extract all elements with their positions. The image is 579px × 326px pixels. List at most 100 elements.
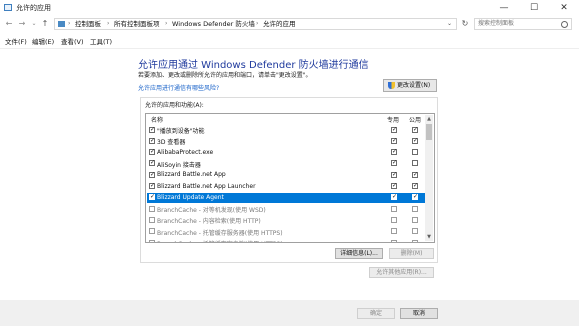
public-checkbox[interactable] <box>412 216 418 223</box>
list-item[interactable]: Blizzard Battle.net App Launcher <box>147 182 425 192</box>
change-settings-button[interactable]: 更改设置(N) <box>383 79 437 92</box>
app-name: BranchCache - 托管缓存服务器(使用 HTTPS) <box>157 229 283 237</box>
public-checkbox[interactable] <box>412 183 418 189</box>
search-input[interactable]: 搜索控制面板 <box>474 18 572 30</box>
ok-button[interactable]: 确定 <box>357 308 395 319</box>
list-item[interactable]: Blizzard Battle.net App <box>147 170 425 180</box>
page-description: 若要添加、更改或删除所允许的应用和端口，请单击"更改设置"。 <box>138 72 312 79</box>
public-checkbox[interactable] <box>412 171 418 178</box>
private-checkbox[interactable] <box>391 126 397 133</box>
enable-checkbox[interactable] <box>149 126 155 133</box>
public-checkbox[interactable] <box>412 194 418 201</box>
private-checkbox[interactable] <box>391 228 397 235</box>
enable-checkbox[interactable] <box>149 160 155 167</box>
list-item[interactable]: Blizzard Update Agent <box>147 192 425 203</box>
app-name: Blizzard Update Agent <box>157 193 224 201</box>
change-settings-label: 更改设置(N) <box>397 82 431 89</box>
address-bar[interactable]: › 控制面板 › 所有控制面板项 › Windows Defender 防火墙 … <box>54 18 457 30</box>
allowed-apps-list[interactable]: 名称 专用 公用 "播放到设备"功能 3D 查看器AlibabaProtect.e… <box>145 113 435 243</box>
control-panel-icon <box>58 21 65 27</box>
allow-other-app-button[interactable]: 允许其他应用(R)... <box>369 267 434 278</box>
enable-checkbox[interactable] <box>149 205 155 212</box>
scroll-thumb[interactable] <box>426 124 432 140</box>
allowed-apps-label: 允许的应用和功能(A): <box>145 102 204 109</box>
page-title: 允许应用通过 Windows Defender 防火墙进行通信 <box>138 60 369 71</box>
public-checkbox[interactable] <box>412 205 418 212</box>
list-item[interactable]: 3D 查看器 <box>147 136 425 146</box>
list-item[interactable]: "播放到设备"功能 <box>147 125 425 135</box>
address-dropdown-icon[interactable]: ⌄ <box>447 19 452 29</box>
forward-arrow-icon[interactable]: → <box>17 17 27 31</box>
public-checkbox[interactable] <box>412 239 418 242</box>
dialog-footer: 确定 取消 <box>0 300 579 326</box>
risk-info-link[interactable]: 允许应用进行通信有哪些风险? <box>138 83 219 92</box>
list-item[interactable]: AliSoyin 接击器 <box>147 159 425 169</box>
list-scrollbar[interactable]: ▲ ▼ <box>425 115 433 241</box>
menu-file[interactable]: 文件(F) <box>5 36 27 46</box>
menu-view[interactable]: 查看(V) <box>61 36 84 46</box>
enable-checkbox[interactable] <box>149 216 155 223</box>
menu-tools[interactable]: 工具(T) <box>90 36 112 46</box>
enable-checkbox[interactable] <box>149 239 155 242</box>
public-checkbox[interactable] <box>412 137 418 144</box>
app-name: Blizzard Battle.net App <box>157 171 226 179</box>
minimize-button[interactable]: — <box>489 0 519 16</box>
breadcrumb-separator-icon[interactable]: › <box>68 19 70 29</box>
private-checkbox[interactable] <box>391 149 397 156</box>
app-name: Blizzard Battle.net App Launcher <box>157 182 256 190</box>
maximize-button[interactable]: ☐ <box>519 0 549 16</box>
private-checkbox[interactable] <box>391 171 397 178</box>
private-checkbox[interactable] <box>391 239 397 242</box>
breadcrumb-control-panel[interactable]: 控制面板 <box>75 19 101 29</box>
app-name: AliSoyin 接击器 <box>157 161 201 169</box>
list-item[interactable]: BranchCache - 对等机发现(使用 WSD) <box>147 204 425 214</box>
enable-checkbox[interactable] <box>149 149 155 156</box>
breadcrumb-separator-icon[interactable]: › <box>165 19 167 29</box>
private-checkbox[interactable] <box>391 183 397 189</box>
private-checkbox[interactable] <box>391 137 397 144</box>
list-item[interactable]: BranchCache - 托管缓存服务器(使用 HTTPS) <box>147 227 425 237</box>
enable-checkbox[interactable] <box>149 137 155 144</box>
menu-edit[interactable]: 编辑(E) <box>32 36 54 46</box>
enable-checkbox[interactable] <box>149 228 155 235</box>
breadcrumb-separator-icon[interactable]: › <box>256 19 258 29</box>
list-item[interactable]: BranchCache - 托管缓存客户端(使用 HTTPS) <box>147 238 425 242</box>
public-checkbox[interactable] <box>412 160 418 167</box>
close-button[interactable]: ✕ <box>549 0 579 16</box>
scroll-up-arrow-icon[interactable]: ▲ <box>425 115 433 123</box>
private-checkbox[interactable] <box>391 160 397 167</box>
breadcrumb-all-items[interactable]: 所有控制面板项 <box>114 19 160 29</box>
column-header-name[interactable]: 名称 <box>151 115 163 124</box>
list-header: 名称 专用 公用 <box>146 114 425 124</box>
enable-checkbox[interactable] <box>149 194 155 201</box>
private-checkbox[interactable] <box>391 205 397 212</box>
app-name: AlibabaProtect.exe <box>157 148 214 156</box>
search-icon <box>561 21 568 28</box>
breadcrumb-allowed-apps[interactable]: 允许的应用 <box>263 19 296 29</box>
public-checkbox[interactable] <box>412 228 418 235</box>
public-checkbox[interactable] <box>412 126 418 133</box>
up-arrow-icon[interactable]: ↑ <box>40 17 50 31</box>
list-item[interactable]: AlibabaProtect.exe <box>147 148 425 158</box>
breadcrumb-firewall[interactable]: Windows Defender 防火墙 <box>172 19 255 29</box>
enable-checkbox[interactable] <box>149 183 155 189</box>
column-header-private[interactable]: 专用 <box>387 115 399 124</box>
refresh-icon[interactable]: ↻ <box>459 18 471 30</box>
breadcrumb-separator-icon[interactable]: › <box>107 19 109 29</box>
app-name: BranchCache - 内容检索(使用 HTTP) <box>157 218 261 226</box>
private-checkbox[interactable] <box>391 216 397 223</box>
recent-chevron-icon[interactable]: ⌄ <box>29 17 39 31</box>
private-checkbox[interactable] <box>391 194 397 201</box>
list-item[interactable]: BranchCache - 内容检索(使用 HTTP) <box>147 215 425 225</box>
scroll-down-arrow-icon[interactable]: ▼ <box>425 233 433 241</box>
details-button[interactable]: 详细信息(L)... <box>335 248 383 259</box>
column-header-public[interactable]: 公用 <box>409 115 421 124</box>
delete-button[interactable]: 删除(M) <box>389 248 434 259</box>
back-arrow-icon[interactable]: ← <box>4 17 14 31</box>
cancel-button[interactable]: 取消 <box>400 308 438 319</box>
public-checkbox[interactable] <box>412 149 418 156</box>
app-name: 3D 查看器 <box>157 139 186 147</box>
window-title: 允许的应用 <box>16 4 51 12</box>
enable-checkbox[interactable] <box>149 171 155 178</box>
app-name: BranchCache - 对等机发现(使用 WSD) <box>157 207 266 215</box>
